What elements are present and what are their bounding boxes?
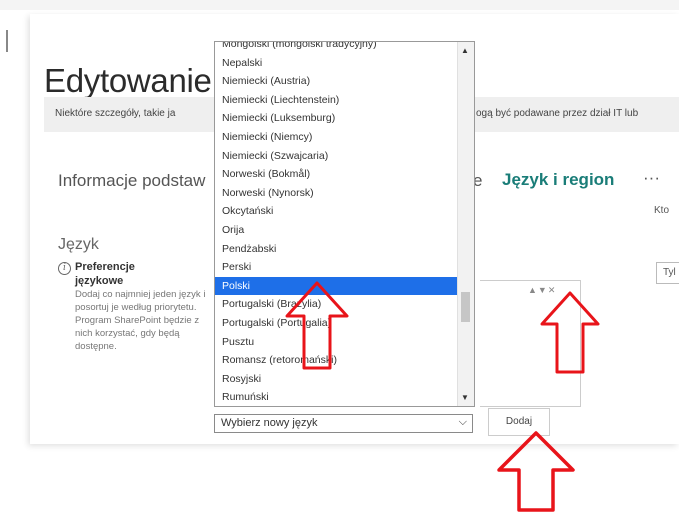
- page-title: Edytowanie: [44, 62, 212, 100]
- dropdown-option[interactable]: Niemiecki (Luksemburg): [215, 109, 459, 128]
- info-text: Niektóre szczegóły, takie ja: [55, 108, 176, 119]
- dropdown-option[interactable]: Norweski (Bokmål): [215, 165, 459, 184]
- dropdown-option[interactable]: Pendżabski: [215, 240, 459, 259]
- scroll-thumb[interactable]: [461, 292, 470, 322]
- top-band: [0, 0, 679, 10]
- select-placeholder: Wybierz nowy język: [221, 417, 318, 429]
- dropdown-option[interactable]: Niemiecki (Liechtenstein): [215, 91, 459, 110]
- scroll-up-icon[interactable]: ▲: [461, 46, 469, 55]
- tab-basic-info[interactable]: Informacje podstaw: [58, 171, 205, 191]
- info-icon[interactable]: i: [58, 262, 71, 275]
- dropdown-option[interactable]: Okcytański: [215, 202, 459, 221]
- dropdown-option[interactable]: Niemiecki (Szwajcaria): [215, 147, 459, 166]
- dropdown-option[interactable]: Mongolski (mongolski tradycyjny): [215, 42, 459, 54]
- language-label: Język: [58, 236, 99, 253]
- left-divider: [6, 30, 8, 52]
- new-language-select[interactable]: Wybierz nowy język ⌵: [214, 414, 473, 433]
- scroll-down-icon[interactable]: ▼: [461, 393, 469, 402]
- dropdown-option[interactable]: Nepalski: [215, 54, 459, 73]
- preferences-title: Preferencje językowe: [75, 261, 135, 287]
- dropdown-option[interactable]: Norweski (Nynorsk): [215, 184, 459, 203]
- chevron-down-icon[interactable]: ⌵: [459, 416, 467, 429]
- dropdown-option[interactable]: Rosyjski: [215, 370, 459, 389]
- up-arrow-icon: [285, 281, 349, 370]
- more-tabs-button[interactable]: ···: [643, 168, 660, 188]
- preferences-description: Dodaj co najmniej jeden język i posortuj…: [75, 289, 206, 352]
- up-arrow-icon: [497, 431, 575, 512]
- right-column-label: Kto: [654, 205, 670, 216]
- tab-language-region[interactable]: Język i region: [502, 170, 614, 190]
- dropdown-scrollbar[interactable]: ▲ ▼: [457, 42, 474, 406]
- up-arrow-icon: [540, 291, 600, 374]
- dropdown-option[interactable]: Orija: [215, 221, 459, 240]
- dropdown-option[interactable]: Niemiecki (Niemcy): [215, 128, 459, 147]
- dropdown-option[interactable]: Perski: [215, 258, 459, 277]
- info-text-right: ogą być podawane przez dział IT lub: [476, 108, 639, 119]
- dropdown-option[interactable]: Niemiecki (Austria): [215, 72, 459, 91]
- dropdown-option[interactable]: Rumuński: [215, 388, 459, 406]
- right-column-field[interactable]: Tyl: [656, 262, 679, 284]
